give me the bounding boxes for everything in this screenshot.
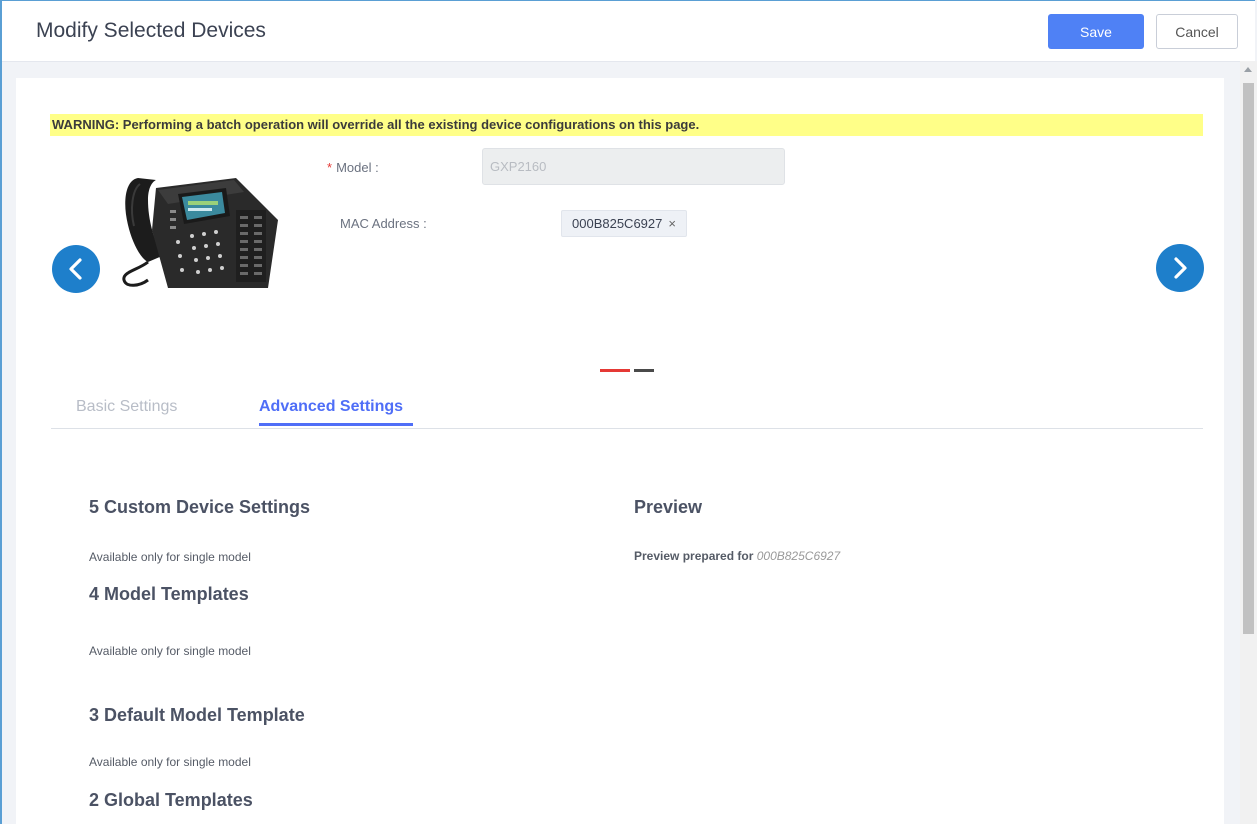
chevron-right-icon (1174, 257, 1187, 279)
page-title: Modify Selected Devices (36, 19, 266, 42)
scroll-up-arrow-icon[interactable] (1244, 67, 1252, 72)
carousel-indicator-active[interactable] (600, 369, 630, 372)
tab-divider (51, 428, 1203, 429)
scroll-thumb[interactable] (1243, 83, 1254, 634)
tab-advanced-settings[interactable]: Advanced Settings (259, 398, 403, 416)
chevron-left-icon (69, 258, 82, 280)
model-label-text: Model : (336, 160, 379, 175)
section-title-custom-device-settings: 5 Custom Device Settings (89, 497, 311, 517)
save-button[interactable]: Save (1048, 14, 1144, 49)
carousel-indicator[interactable] (634, 369, 654, 372)
section-title-default-model-template: 3 Default Model Template (89, 705, 305, 725)
vertical-scrollbar[interactable] (1240, 61, 1257, 824)
cancel-button[interactable]: Cancel (1156, 14, 1238, 49)
section-note: Available only for single model (89, 755, 251, 769)
model-field: GXP2160 (482, 148, 785, 185)
warning-banner: WARNING: Performing a batch operation wi… (50, 114, 1203, 136)
previous-device-button[interactable] (52, 245, 100, 293)
mac-address-label: MAC Address : (340, 216, 427, 231)
preview-prepared-label: Preview prepared for (634, 549, 754, 563)
section-title-global-templates: 2 Global Templates (89, 790, 253, 810)
close-icon[interactable]: × (668, 216, 676, 231)
model-label: * Model : (327, 160, 379, 175)
preview-mac-value: 000B825C6927 (756, 549, 841, 563)
active-tab-underline (259, 423, 413, 426)
ip-phone-image (122, 178, 278, 288)
modal-header: Modify Selected Devices Save Cancel (2, 1, 1255, 62)
required-marker: * (327, 160, 333, 175)
mac-address-tag: 000B825C6927 × (561, 210, 687, 237)
next-device-button[interactable] (1156, 244, 1204, 292)
section-note: Available only for single model (89, 550, 251, 564)
section-note: Available only for single model (89, 644, 251, 658)
section-title-model-templates: 4 Model Templates (89, 584, 249, 604)
mac-address-value: 000B825C6927 (572, 216, 663, 231)
tab-basic-settings[interactable]: Basic Settings (76, 398, 177, 416)
preview-prepared-for: Preview prepared for 000B825C6927 (634, 549, 840, 563)
preview-title: Preview (634, 497, 703, 517)
